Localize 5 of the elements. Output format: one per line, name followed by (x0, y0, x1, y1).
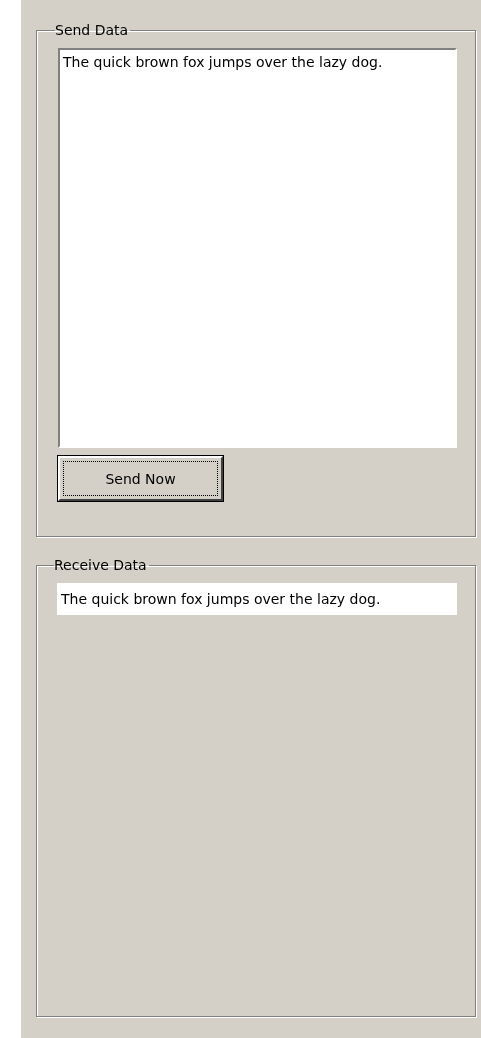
group-title: Receive Data (54, 557, 148, 573)
send-now-button[interactable]: Send Now (58, 456, 223, 501)
send-text-field[interactable]: The quick brown fox jumps over the lazy dog. (58, 48, 457, 448)
group-title: Send Data (55, 22, 130, 38)
receive-text-area: The quick brown fox jumps over the lazy dog. (57, 583, 457, 615)
